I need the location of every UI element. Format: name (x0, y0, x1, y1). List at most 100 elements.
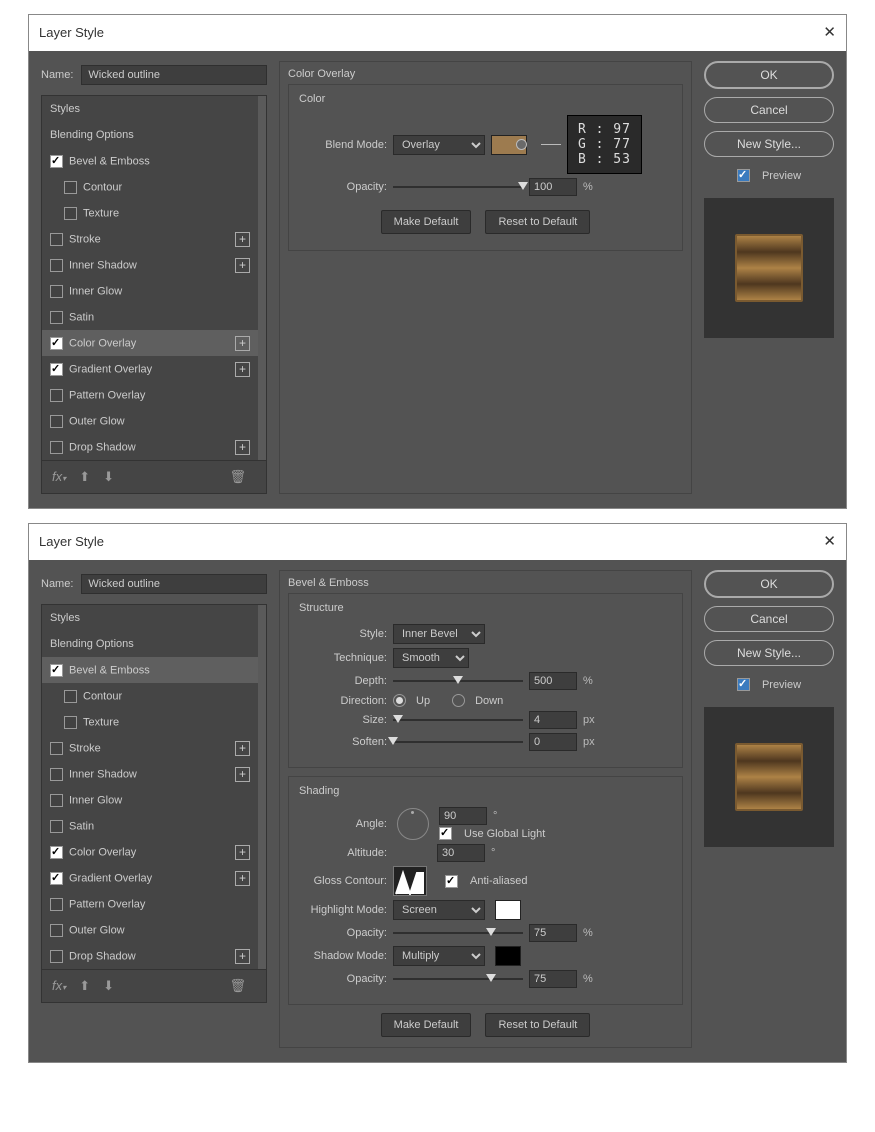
style-checkbox[interactable] (64, 181, 77, 194)
highlight-color-chip[interactable] (495, 900, 521, 920)
style-checkbox[interactable] (50, 872, 63, 885)
technique-select[interactable]: Smooth (393, 648, 469, 668)
sidebar-item[interactable]: Color Overlay+ (42, 839, 258, 865)
titlebar[interactable]: Layer Style ✕ (29, 15, 846, 51)
direction-up-radio[interactable] (393, 694, 406, 707)
fx-icon[interactable]: fx▾ (52, 469, 66, 484)
style-checkbox[interactable] (64, 207, 77, 220)
up-arrow-icon[interactable]: ⬆ (79, 978, 90, 993)
style-checkbox[interactable] (50, 259, 63, 272)
name-input[interactable] (81, 574, 267, 594)
sidebar-item[interactable]: Color Overlay+ (42, 330, 258, 356)
down-arrow-icon[interactable]: ⬇ (103, 469, 114, 484)
add-effect-icon[interactable]: + (235, 767, 250, 782)
global-light-checkbox[interactable] (439, 827, 452, 840)
add-effect-icon[interactable]: + (235, 845, 250, 860)
depth-slider[interactable] (393, 675, 523, 687)
add-effect-icon[interactable]: + (235, 871, 250, 886)
add-effect-icon[interactable]: + (235, 440, 250, 455)
name-input[interactable] (81, 65, 267, 85)
altitude-input[interactable] (437, 844, 485, 862)
style-checkbox[interactable] (50, 441, 63, 454)
style-checkbox[interactable] (50, 155, 63, 168)
gloss-contour-picker[interactable] (393, 866, 427, 896)
make-default-button[interactable]: Make Default (381, 210, 472, 234)
style-checkbox[interactable] (50, 664, 63, 677)
sidebar-item[interactable]: Bevel & Emboss (42, 148, 258, 174)
make-default-button[interactable]: Make Default (381, 1013, 472, 1037)
sidebar-item[interactable]: Inner Shadow+ (42, 252, 258, 278)
style-checkbox[interactable] (50, 950, 63, 963)
style-checkbox[interactable] (50, 846, 63, 859)
sidebar-item[interactable]: Satin (42, 813, 258, 839)
sidebar-item[interactable]: Pattern Overlay (42, 891, 258, 917)
sh-opacity-slider[interactable] (393, 973, 523, 985)
style-checkbox[interactable] (50, 820, 63, 833)
direction-down-radio[interactable] (452, 694, 465, 707)
opacity-slider[interactable] (393, 181, 523, 193)
add-effect-icon[interactable]: + (235, 258, 250, 273)
blend-mode-select[interactable]: Overlay (393, 135, 485, 155)
style-checkbox[interactable] (50, 337, 63, 350)
color-chip[interactable] (491, 135, 527, 155)
sidebar-item[interactable]: Contour (42, 683, 258, 709)
trash-icon[interactable]: 🗑 (229, 469, 246, 485)
style-checkbox[interactable] (50, 363, 63, 376)
style-checkbox[interactable] (50, 415, 63, 428)
close-icon[interactable]: ✕ (823, 23, 836, 41)
style-checkbox[interactable] (50, 742, 63, 755)
down-arrow-icon[interactable]: ⬇ (103, 978, 114, 993)
sidebar-item[interactable]: Gradient Overlay+ (42, 865, 258, 891)
sidebar-item[interactable]: Stroke+ (42, 735, 258, 761)
reset-default-button[interactable]: Reset to Default (485, 1013, 590, 1037)
close-icon[interactable]: ✕ (823, 532, 836, 550)
fx-icon[interactable]: fx▾ (52, 978, 66, 993)
add-effect-icon[interactable]: + (235, 362, 250, 377)
sidebar-header[interactable]: Styles (42, 605, 258, 631)
style-checkbox[interactable] (50, 924, 63, 937)
sidebar-item[interactable]: Drop Shadow+ (42, 943, 258, 969)
new-style-button[interactable]: New Style... (704, 131, 834, 157)
add-effect-icon[interactable]: + (235, 232, 250, 247)
sidebar-item[interactable]: Bevel & Emboss (42, 657, 258, 683)
style-checkbox[interactable] (64, 716, 77, 729)
shadow-color-chip[interactable] (495, 946, 521, 966)
sidebar-item[interactable]: Outer Glow (42, 408, 258, 434)
sidebar-item[interactable]: Contour (42, 174, 258, 200)
ok-button[interactable]: OK (704, 570, 834, 598)
sidebar-item[interactable]: Stroke+ (42, 226, 258, 252)
antialias-checkbox[interactable] (445, 875, 458, 888)
add-effect-icon[interactable]: + (235, 949, 250, 964)
cancel-button[interactable]: Cancel (704, 97, 834, 123)
soften-slider[interactable] (393, 736, 523, 748)
add-effect-icon[interactable]: + (235, 336, 250, 351)
sidebar-item[interactable]: Satin (42, 304, 258, 330)
sidebar-item[interactable]: Inner Glow (42, 787, 258, 813)
preview-checkbox[interactable] (737, 169, 750, 182)
add-effect-icon[interactable]: + (235, 741, 250, 756)
size-slider[interactable] (393, 714, 523, 726)
sidebar-scrollbar[interactable] (258, 605, 266, 969)
size-input[interactable] (529, 711, 577, 729)
style-checkbox[interactable] (50, 311, 63, 324)
style-select[interactable]: Inner Bevel (393, 624, 485, 644)
sidebar-item-blending[interactable]: Blending Options (42, 122, 258, 148)
style-checkbox[interactable] (50, 898, 63, 911)
angle-input[interactable] (439, 807, 487, 825)
preview-checkbox[interactable] (737, 678, 750, 691)
up-arrow-icon[interactable]: ⬆ (79, 469, 90, 484)
sidebar-item[interactable]: Pattern Overlay (42, 382, 258, 408)
style-checkbox[interactable] (50, 233, 63, 246)
style-checkbox[interactable] (50, 285, 63, 298)
sidebar-item[interactable]: Inner Glow (42, 278, 258, 304)
hl-opacity-slider[interactable] (393, 927, 523, 939)
sidebar-header[interactable]: Styles (42, 96, 258, 122)
sidebar-item[interactable]: Texture (42, 709, 258, 735)
sidebar-item-blending[interactable]: Blending Options (42, 631, 258, 657)
sidebar-item[interactable]: Outer Glow (42, 917, 258, 943)
style-checkbox[interactable] (64, 690, 77, 703)
sidebar-item[interactable]: Drop Shadow+ (42, 434, 258, 460)
sh-opacity-input[interactable] (529, 970, 577, 988)
depth-input[interactable] (529, 672, 577, 690)
cancel-button[interactable]: Cancel (704, 606, 834, 632)
